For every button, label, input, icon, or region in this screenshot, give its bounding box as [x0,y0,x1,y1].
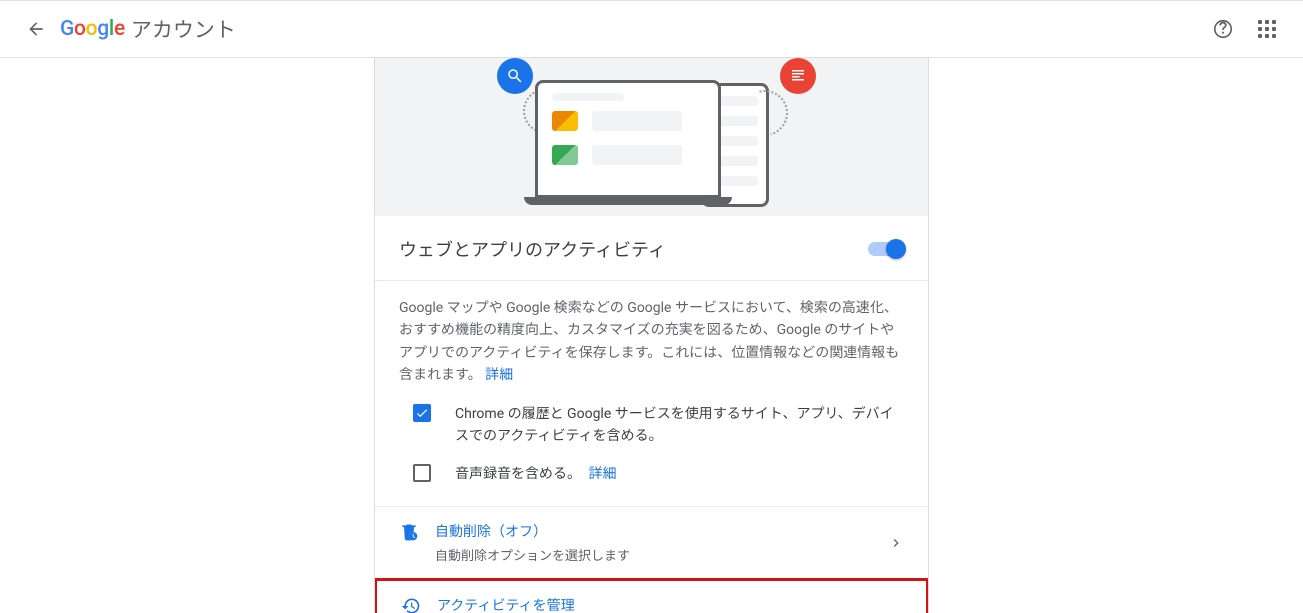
option-audio-learn-more-link[interactable]: 詳細 [588,466,616,482]
account-label: アカウント [131,14,236,44]
laptop-icon [535,80,721,198]
manage-activity-highlight: アクティビティを管理 過去のアクティビティを確認、削除します [374,578,929,613]
option-audio-label: 音声録音を含める。 [455,466,581,482]
checkmark-icon [415,406,429,420]
google-account-logo[interactable]: Google アカウント [60,14,236,44]
auto-delete-subtitle: 自動削除オプションを選択します [435,545,888,564]
history-icon [401,596,421,613]
google-logo-text: Google [60,17,125,41]
description-learn-more-link[interactable]: 詳細 [485,367,513,383]
option-chrome-history-label: Chrome の履歴と Google サービスを使用するサイト、アプリ、デバイス… [455,403,904,448]
manage-activity-row[interactable]: アクティビティを管理 過去のアクティビティを確認、削除します [377,581,926,613]
web-app-activity-card: ウェブとアプリのアクティビティ Google マップや Google 検索などの… [374,58,929,613]
help-button[interactable] [1203,9,1243,49]
section-description: Google マップや Google 検索などの Google サービスにおいて… [375,281,928,391]
help-circle-icon [1212,18,1234,40]
section-title: ウェブとアプリのアクティビティ [399,236,868,262]
main-content: ウェブとアプリのアクティビティ Google マップや Google 検索などの… [0,58,1303,613]
chevron-right-icon [886,609,902,613]
section-title-row: ウェブとアプリのアクティビティ [375,216,928,280]
arrow-left-icon [26,19,46,39]
search-bubble-icon [497,58,533,94]
auto-delete-row[interactable]: 自動削除（オフ） 自動削除オプションを選択します [375,507,928,578]
option-chrome-history-checkbox[interactable] [413,404,431,422]
option-chrome-history-row: Chrome の履歴と Google サービスを使用するサイト、アプリ、デバイス… [375,391,928,452]
activity-toggle[interactable] [868,242,904,256]
option-audio-label-wrap: 音声録音を含める。 詳細 [455,463,616,485]
option-audio-checkbox[interactable] [413,464,431,482]
apps-grid-icon [1258,20,1276,38]
hero-illustration [375,58,928,216]
auto-delete-title: 自動削除（オフ） [435,521,888,541]
description-text: Google マップや Google 検索などの Google サービスにおいて… [399,300,899,383]
manage-activity-title: アクティビティを管理 [437,595,886,613]
option-audio-row: 音声録音を含める。 詳細 [375,451,928,505]
auto-delete-icon [399,522,419,542]
app-header: Google アカウント [0,0,1303,58]
apps-button[interactable] [1247,9,1287,49]
document-bubble-icon [780,58,816,94]
chevron-right-icon [888,535,904,555]
back-button[interactable] [16,9,56,49]
